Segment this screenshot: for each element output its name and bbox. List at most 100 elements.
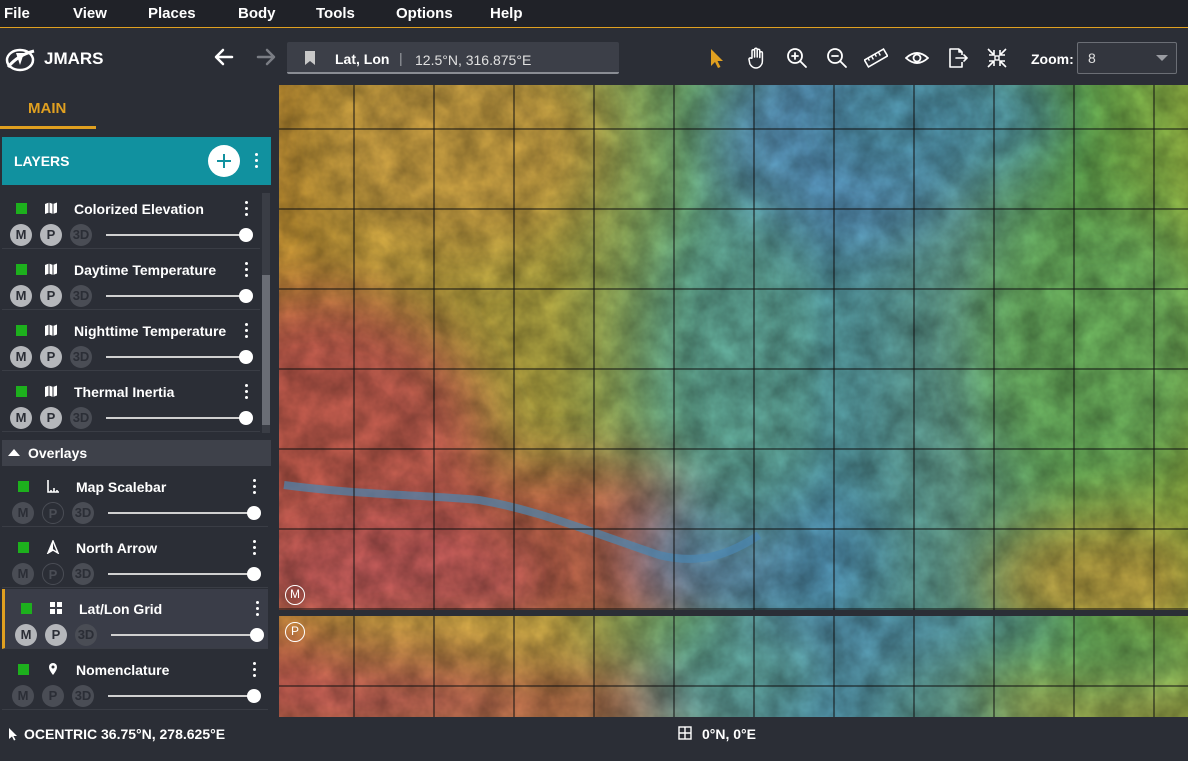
opacity-slider-knob[interactable]	[239, 289, 253, 303]
layers-menu-icon[interactable]	[255, 153, 259, 169]
p-badge[interactable]: P	[45, 624, 67, 646]
3d-badge[interactable]: 3D	[70, 407, 92, 429]
overlay-row[interactable]: North Arrow M P 3D	[2, 528, 268, 588]
m-badge[interactable]: M	[10, 285, 32, 307]
m-badge[interactable]: M	[15, 624, 37, 646]
location-value[interactable]: 12.5°N, 316.875°E	[415, 52, 531, 68]
fit-extent-icon[interactable]	[985, 46, 1009, 70]
visibility-toggle[interactable]	[16, 264, 27, 275]
opacity-slider-track[interactable]	[111, 634, 251, 636]
panner-elevation-map[interactable]	[279, 616, 1188, 717]
m-badge[interactable]: M	[12, 502, 34, 524]
row-menu-icon[interactable]	[253, 540, 257, 556]
3d-badge[interactable]: 3D	[72, 563, 94, 585]
zoom-select[interactable]: 8	[1077, 42, 1177, 74]
m-badge[interactable]: M	[10, 407, 32, 429]
menu-tools[interactable]: Tools	[316, 5, 355, 22]
p-badge[interactable]: P	[42, 563, 64, 585]
overlay-row[interactable]: Lat/Lon Grid M P 3D	[2, 589, 268, 649]
opacity-slider-knob[interactable]	[250, 628, 264, 642]
layer-row[interactable]: Thermal Inertia M P 3D	[2, 372, 260, 432]
3d-badge[interactable]: 3D	[72, 502, 94, 524]
export-icon[interactable]	[945, 46, 969, 70]
pin-icon	[49, 663, 57, 675]
row-menu-icon[interactable]	[245, 262, 249, 278]
opacity-slider-track[interactable]	[106, 356, 246, 358]
zoom-in-icon[interactable]	[785, 46, 809, 70]
m-badge[interactable]: M	[10, 224, 32, 246]
row-menu-icon[interactable]	[256, 601, 260, 617]
3d-badge[interactable]: 3D	[75, 624, 97, 646]
overlays-header[interactable]: Overlays	[2, 440, 271, 466]
visibility-toggle[interactable]	[18, 481, 29, 492]
visibility-toggle[interactable]	[16, 386, 27, 397]
cursor-coordinates: OCENTRIC 36.75°N, 278.625°E	[24, 726, 226, 742]
pan-hand-icon[interactable]	[745, 46, 769, 70]
row-menu-icon[interactable]	[245, 384, 249, 400]
opacity-slider-knob[interactable]	[239, 228, 253, 242]
map-icon	[45, 263, 57, 275]
back-arrow-icon[interactable]	[212, 45, 236, 69]
3d-badge[interactable]: 3D	[70, 285, 92, 307]
opacity-slider-knob[interactable]	[239, 411, 253, 425]
mars-elevation-map[interactable]	[279, 85, 1188, 610]
menu-view[interactable]: View	[73, 5, 107, 22]
bookmark-icon[interactable]	[303, 50, 317, 66]
layer-scrollbar-thumb[interactable]	[262, 275, 270, 425]
layer-row[interactable]: Daytime Temperature M P 3D	[2, 250, 260, 310]
eye-icon[interactable]	[905, 46, 929, 70]
menu-body[interactable]: Body	[238, 5, 276, 22]
opacity-slider-knob[interactable]	[247, 506, 261, 520]
row-menu-icon[interactable]	[253, 479, 257, 495]
3d-badge[interactable]: 3D	[70, 346, 92, 368]
menu-help[interactable]: Help	[490, 5, 523, 22]
3d-badge[interactable]: 3D	[70, 224, 92, 246]
opacity-slider-track[interactable]	[106, 417, 246, 419]
3d-badge[interactable]: 3D	[72, 685, 94, 707]
visibility-toggle[interactable]	[16, 325, 27, 336]
opacity-slider-knob[interactable]	[247, 567, 261, 581]
p-badge[interactable]: P	[40, 224, 62, 246]
location-separator: |	[399, 50, 403, 66]
opacity-slider-track[interactable]	[108, 573, 248, 575]
visibility-toggle[interactable]	[18, 664, 29, 675]
forward-arrow-icon[interactable]	[254, 45, 278, 69]
layer-row[interactable]: Nighttime Temperature M P 3D	[2, 311, 260, 371]
visibility-toggle[interactable]	[16, 203, 27, 214]
p-badge[interactable]: P	[40, 346, 62, 368]
overlay-name: Lat/Lon Grid	[79, 601, 163, 617]
opacity-slider-knob[interactable]	[247, 689, 261, 703]
main-map-view[interactable]: M	[279, 85, 1188, 610]
p-badge[interactable]: P	[42, 685, 64, 707]
menu-options[interactable]: Options	[396, 5, 453, 22]
row-menu-icon[interactable]	[245, 201, 249, 217]
opacity-slider-knob[interactable]	[239, 350, 253, 364]
layer-row[interactable]: Colorized Elevation M P 3D	[2, 189, 260, 249]
add-layer-button[interactable]	[208, 145, 240, 177]
zoom-out-icon[interactable]	[825, 46, 849, 70]
location-field[interactable]: Lat, Lon | 12.5°N, 316.875°E	[287, 42, 619, 74]
overlay-row[interactable]: Map Scalebar M P 3D	[2, 467, 268, 527]
visibility-toggle[interactable]	[18, 542, 29, 553]
panner-map-view[interactable]: P	[279, 616, 1188, 717]
p-badge[interactable]: P	[42, 502, 64, 524]
opacity-slider-track[interactable]	[106, 234, 246, 236]
p-badge[interactable]: P	[40, 285, 62, 307]
zoom-value: 8	[1088, 50, 1096, 66]
opacity-slider-track[interactable]	[108, 512, 248, 514]
menu-file[interactable]: File	[4, 5, 30, 22]
pointer-icon[interactable]	[705, 46, 729, 70]
opacity-slider-track[interactable]	[106, 295, 246, 297]
row-menu-icon[interactable]	[253, 662, 257, 678]
p-badge[interactable]: P	[40, 407, 62, 429]
overlay-row[interactable]: Nomenclature M P 3D	[2, 650, 268, 710]
ruler-icon[interactable]	[864, 46, 888, 70]
opacity-slider-track[interactable]	[108, 695, 248, 697]
m-badge[interactable]: M	[12, 563, 34, 585]
m-badge[interactable]: M	[12, 685, 34, 707]
row-menu-icon[interactable]	[245, 323, 249, 339]
visibility-toggle[interactable]	[21, 603, 32, 614]
menu-places[interactable]: Places	[148, 5, 196, 22]
m-badge[interactable]: M	[10, 346, 32, 368]
tab-main[interactable]: MAIN	[0, 85, 96, 129]
